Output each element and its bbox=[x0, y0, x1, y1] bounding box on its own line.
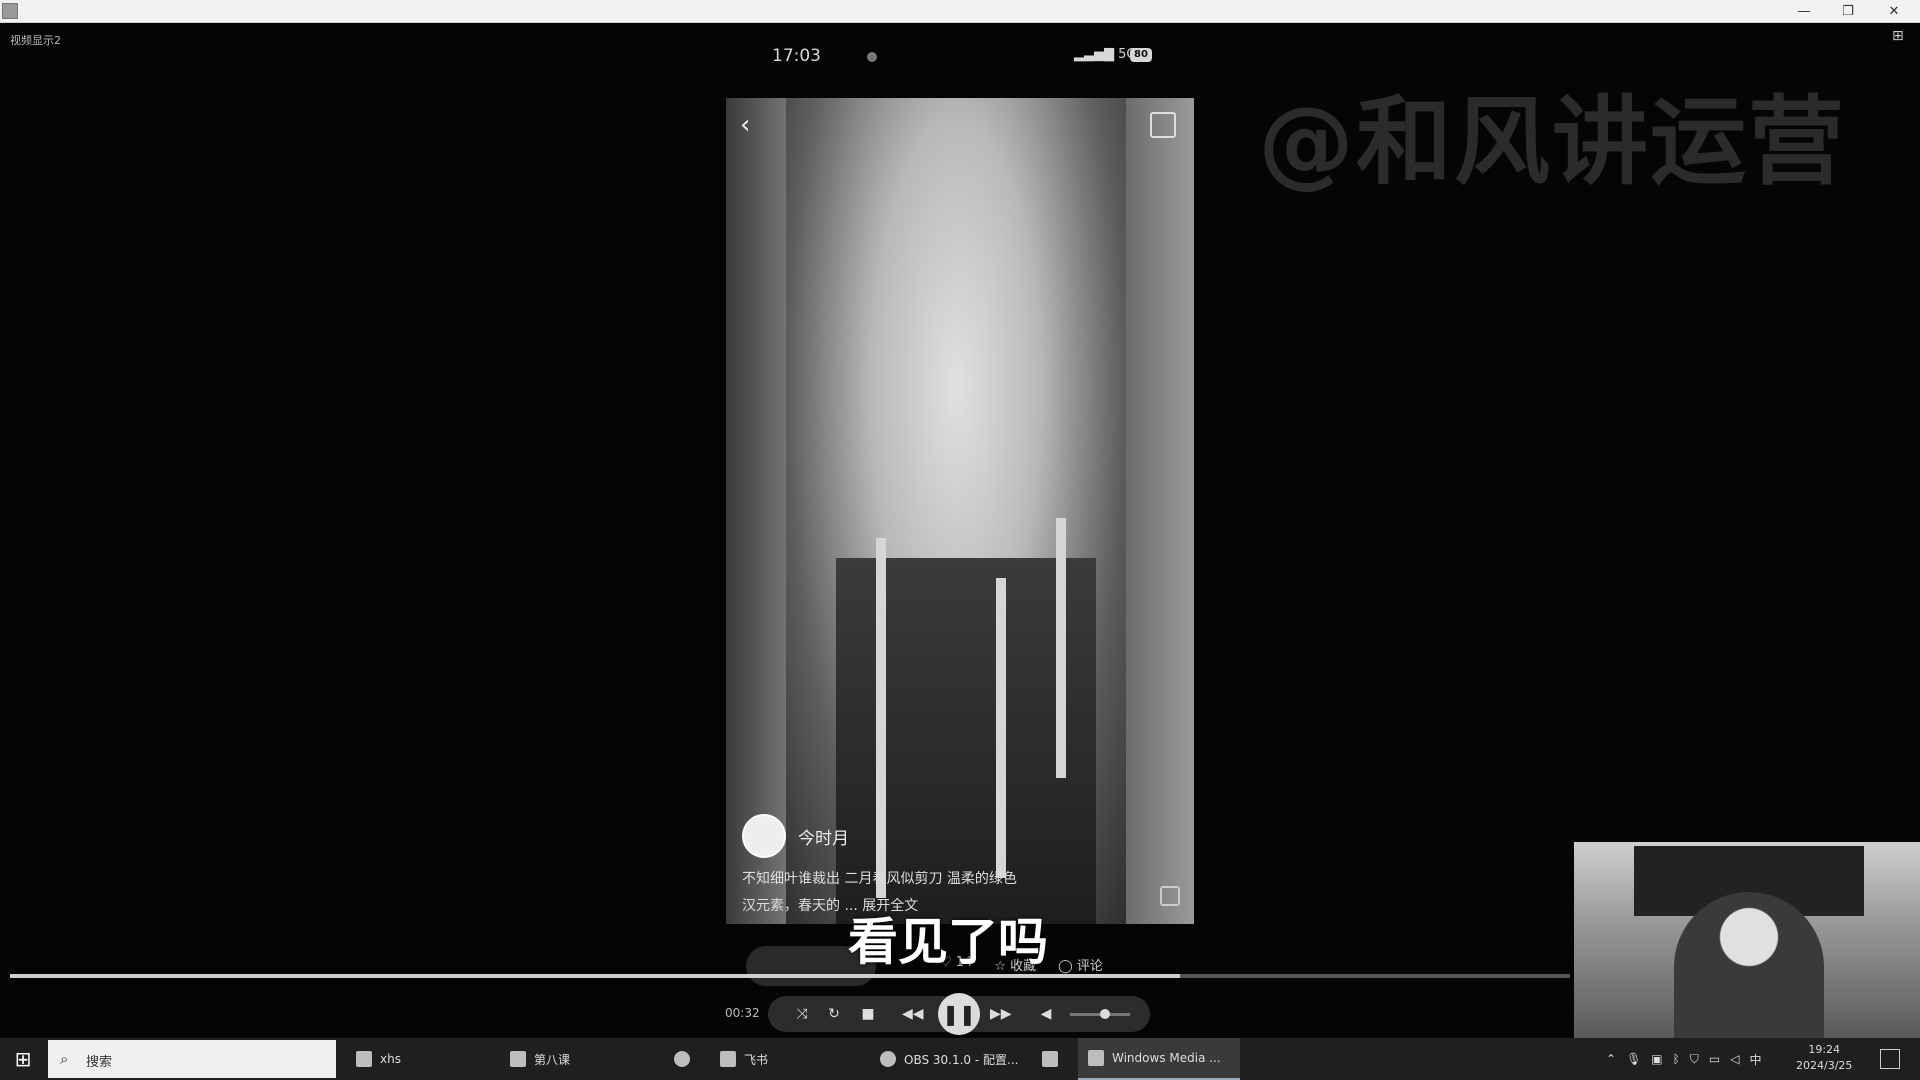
taskbar-item-label: OBS 30.1.0 - 配置... bbox=[904, 1052, 1019, 1067]
taskbar-item-xhs[interactable]: xhs bbox=[346, 1038, 516, 1080]
comment-label: 评论 bbox=[1076, 959, 1103, 974]
minimize-button[interactable]: — bbox=[1782, 0, 1826, 22]
bluetooth-icon[interactable]: ᛒ bbox=[1673, 1052, 1680, 1066]
seek-bar[interactable] bbox=[10, 974, 1570, 978]
search-placeholder: 搜索 bbox=[86, 1055, 113, 1070]
webcam-presenter bbox=[1674, 892, 1824, 1038]
signal-indicator: ▂▃▅▇ 5G bbox=[1074, 47, 1136, 62]
taskbar-item-obs[interactable]: OBS 30.1.0 - 配置... bbox=[870, 1038, 1038, 1080]
microphone-icon[interactable]: 🎙 bbox=[1626, 1052, 1641, 1066]
comment-icon: ◯ bbox=[1058, 959, 1077, 974]
window-titlebar: — ❐ ✕ bbox=[0, 0, 1920, 23]
speaker-icon[interactable]: ◁ bbox=[1730, 1052, 1739, 1066]
media-player-icon bbox=[1088, 1050, 1104, 1066]
stop-icon[interactable]: ■ bbox=[858, 1004, 878, 1024]
app-tray-icon[interactable]: ▣ bbox=[1651, 1052, 1662, 1066]
taskbar-item-windows-media[interactable]: Windows Media ... bbox=[1078, 1038, 1240, 1080]
system-tray: ⌃ 🎙 ▣ ᛒ ⛉ ▭ ◁ 中 bbox=[1606, 1038, 1761, 1080]
clock-time: 19:24 bbox=[1808, 1043, 1841, 1056]
volume-knob[interactable] bbox=[1100, 1009, 1110, 1019]
battery-icon: 80 bbox=[1130, 48, 1152, 62]
video-frame[interactable]: ‹ 今时月 不知细叶谁裁出 二月春风似剪刀 温柔的绿色 汉元素，春天的 ... … bbox=[726, 98, 1194, 924]
taskbar-item-lesson[interactable]: 第八课 bbox=[500, 1038, 670, 1080]
volume-slider[interactable] bbox=[1070, 1009, 1130, 1019]
shuffle-icon[interactable]: ⤨ bbox=[792, 1004, 812, 1024]
fullscreen-icon[interactable] bbox=[1160, 886, 1180, 906]
app-icon bbox=[1042, 1051, 1058, 1067]
phone-status-time: 17:03 bbox=[772, 46, 821, 66]
browser-icon bbox=[674, 1051, 690, 1067]
webcam-overlay bbox=[1574, 842, 1920, 1038]
network-icon[interactable]: ▭ bbox=[1709, 1052, 1720, 1066]
author-name[interactable]: 今时月 bbox=[798, 824, 849, 849]
taskbar-item-label: 飞书 bbox=[744, 1052, 769, 1067]
taskbar-item-label: xhs bbox=[380, 1052, 401, 1066]
taskbar-item-label: 第八课 bbox=[534, 1052, 571, 1067]
close-button[interactable]: ✕ bbox=[1872, 0, 1916, 22]
next-icon[interactable]: ▶▶ bbox=[990, 1004, 1012, 1024]
elapsed-time: 00:32 bbox=[725, 1006, 760, 1020]
maximize-button[interactable]: ❐ bbox=[1826, 0, 1870, 22]
video-subtitle: 看见了吗 bbox=[848, 913, 1048, 971]
camera-dot-icon bbox=[867, 52, 877, 62]
pause-icon[interactable]: ❚❚ bbox=[938, 993, 980, 1035]
grid-icon[interactable]: ⊞ bbox=[1892, 28, 1910, 46]
player-window-label: 视频显示2 bbox=[10, 34, 61, 47]
back-chevron-icon[interactable]: ‹ bbox=[740, 110, 750, 140]
chevron-up-icon[interactable]: ⌃ bbox=[1606, 1052, 1616, 1066]
signal-bars-icon: ▂▃▅▇ bbox=[1074, 47, 1119, 62]
share-icon[interactable] bbox=[1150, 112, 1176, 138]
notification-icon[interactable] bbox=[1880, 1049, 1900, 1069]
feishu-icon bbox=[720, 1051, 736, 1067]
document-icon bbox=[510, 1051, 526, 1067]
taskbar: ⊞ ⌕ 搜索 xhs 第八课 飞书 OBS 30.1.0 - 配置... Win… bbox=[0, 1038, 1920, 1080]
seek-bar-fill bbox=[10, 974, 1180, 978]
ime-indicator[interactable]: 中 bbox=[1749, 1051, 1761, 1068]
document-icon bbox=[356, 1051, 372, 1067]
previous-icon[interactable]: ◀◀ bbox=[902, 1004, 924, 1024]
video-ribbon bbox=[876, 538, 886, 898]
taskbar-search[interactable]: ⌕ 搜索 bbox=[48, 1040, 336, 1078]
taskbar-item-label: Windows Media ... bbox=[1112, 1051, 1221, 1065]
playback-controls: ⤨ ↻ ■ ◀◀ ❚❚ ▶▶ ◀ bbox=[768, 993, 1150, 1035]
repeat-icon[interactable]: ↻ bbox=[824, 1004, 844, 1024]
clock-date: 2024/3/25 bbox=[1796, 1059, 1853, 1072]
security-icon[interactable]: ⛉ bbox=[1690, 1052, 1699, 1067]
volume-icon[interactable]: ◀ bbox=[1036, 1004, 1056, 1024]
windows-start-icon[interactable]: ⊞ bbox=[0, 1038, 46, 1080]
watermark: @和风讲运营 bbox=[1258, 86, 1846, 198]
author-avatar[interactable] bbox=[742, 814, 786, 858]
taskbar-clock[interactable]: 19:24 2024/3/25 bbox=[1796, 1042, 1852, 1074]
obs-icon bbox=[880, 1051, 896, 1067]
search-icon: ⌕ bbox=[60, 1050, 69, 1068]
video-ribbon bbox=[996, 578, 1006, 878]
app-icon bbox=[2, 3, 18, 19]
video-ribbon bbox=[1056, 518, 1066, 778]
post-description-line1: 不知细叶谁裁出 二月春风似剪刀 温柔的绿色 bbox=[742, 871, 1017, 887]
taskbar-item-feishu[interactable]: 飞书 bbox=[710, 1038, 870, 1080]
